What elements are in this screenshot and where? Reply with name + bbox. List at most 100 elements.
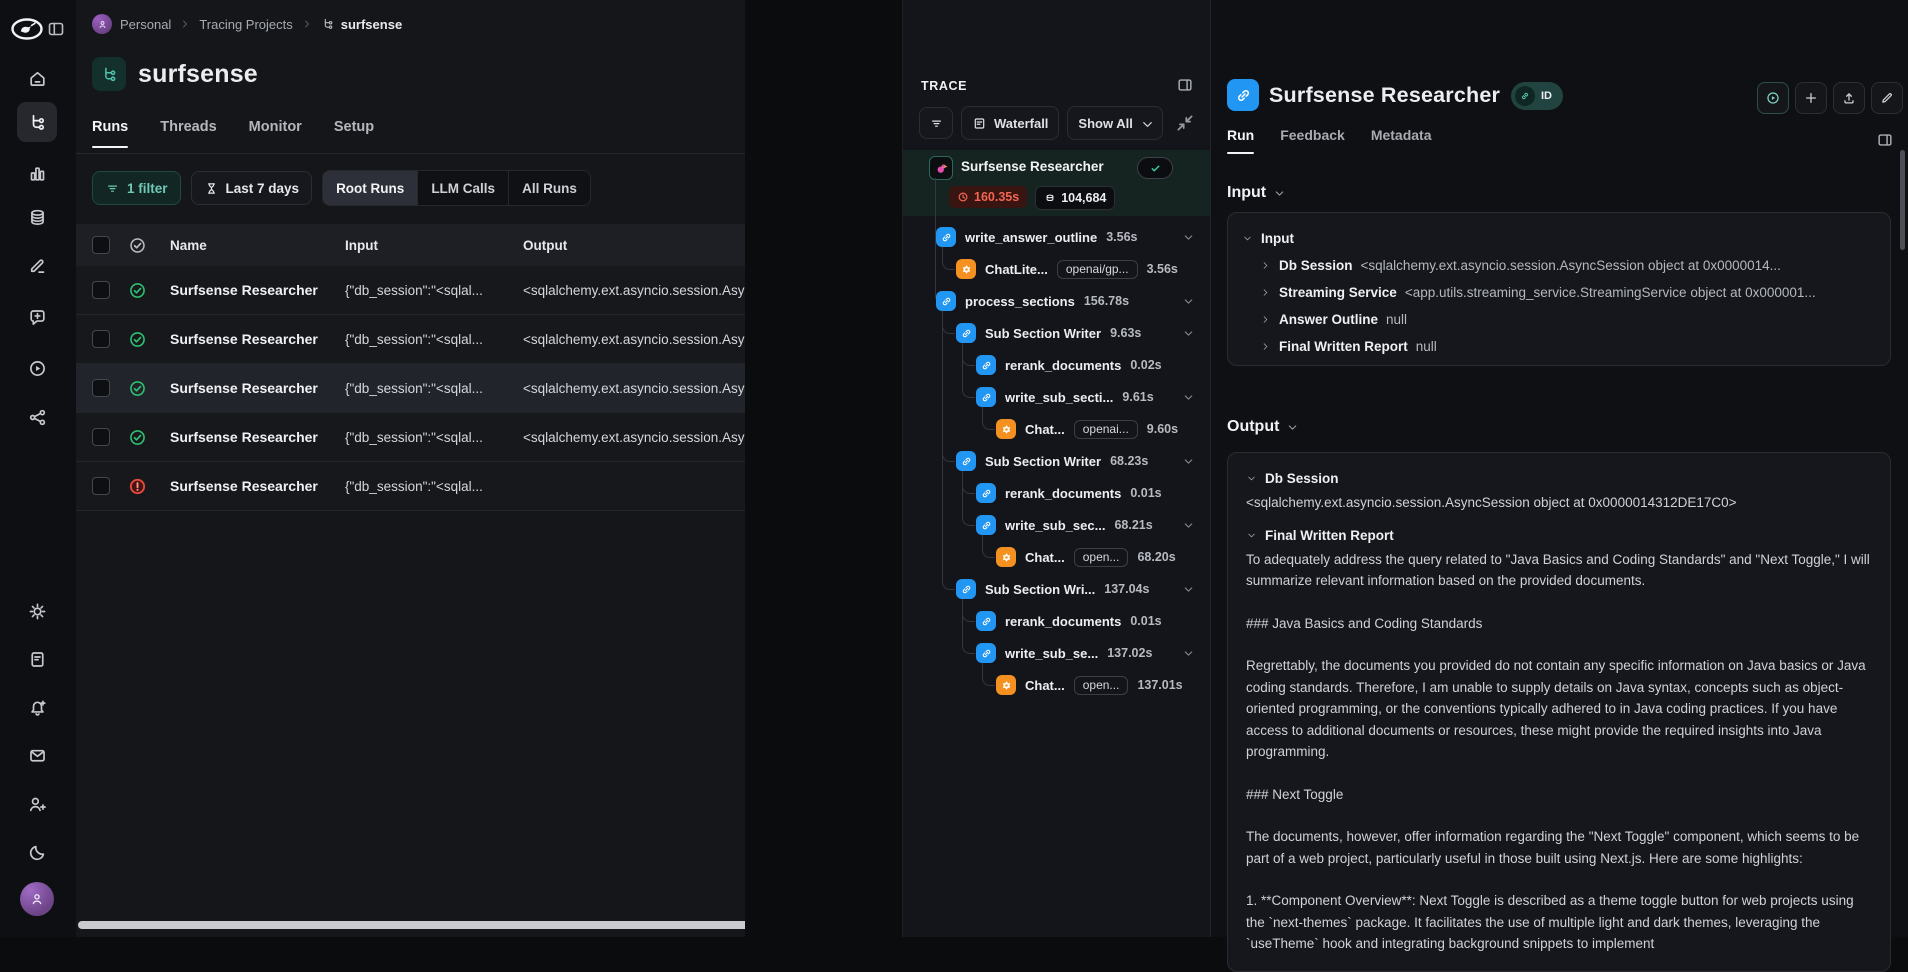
row-checkbox[interactable] <box>92 428 110 446</box>
tab-threads[interactable]: Threads <box>160 119 216 148</box>
chevron-down-icon[interactable] <box>1182 519 1195 532</box>
play-circle-icon <box>27 358 48 379</box>
trace-node-sub-section-writer[interactable]: Sub Section Writer9.63s <box>903 317 1211 349</box>
sidebar-item-notifications[interactable] <box>17 688 57 728</box>
sidebar-item-docs[interactable] <box>17 639 57 679</box>
horizontal-scrollbar[interactable] <box>78 921 819 929</box>
trace-root-node[interactable]: Surfsense Researcher 160.35s 104,684 <box>903 150 1211 216</box>
trace-node-write-sub-secti-[interactable]: write_sub_secti...9.61s <box>903 381 1211 413</box>
trace-node-sub-section-writer[interactable]: Sub Section Writer68.23s <box>903 445 1211 477</box>
sidebar-collapse-icon[interactable] <box>46 19 66 39</box>
detail-tab-feedback[interactable]: Feedback <box>1280 127 1345 154</box>
input-row-streaming-service[interactable]: Streaming Service<app.utils.streaming_se… <box>1242 279 1876 306</box>
row-checkbox[interactable] <box>92 281 110 299</box>
column-header-name[interactable]: Name <box>170 238 345 253</box>
chevron-down-icon[interactable] <box>1182 327 1195 340</box>
sidebar-item-contact[interactable] <box>17 735 57 775</box>
sidebar-item-prompts[interactable] <box>17 297 57 337</box>
trace-node-write-answer-outline[interactable]: write_answer_outline3.56s <box>903 221 1211 253</box>
trace-node-chat-[interactable]: Chat...open...137.01s <box>903 669 1211 701</box>
sidebar-item-theme-toggle[interactable] <box>17 832 57 872</box>
breadcrumb-section[interactable]: Tracing Projects <box>199 17 292 32</box>
waterfall-view-button[interactable]: Waterfall <box>961 106 1059 140</box>
sidebar-item-deployments[interactable] <box>17 397 57 437</box>
sidebar-item-annotation-queues[interactable] <box>17 245 57 285</box>
input-row-db-session[interactable]: Db Session<sqlalchemy.ext.asyncio.sessio… <box>1242 252 1876 279</box>
trace-node-write-sub-sec-[interactable]: write_sub_sec...68.21s <box>903 509 1211 541</box>
input-section-header[interactable]: Input <box>1227 184 1286 202</box>
chevron-down-icon[interactable] <box>1182 647 1195 660</box>
run-id-pill[interactable]: ID <box>1511 82 1563 110</box>
show-all-dropdown[interactable]: Show All <box>1067 106 1162 140</box>
row-checkbox[interactable] <box>92 379 110 397</box>
table-row[interactable]: Surfsense Researcher{"db_session":"<sqla… <box>76 266 745 315</box>
filter-lines-icon <box>105 181 120 196</box>
input-row-final-written-report[interactable]: Final Written Reportnull <box>1242 333 1876 360</box>
chevron-down-icon[interactable] <box>1182 231 1195 244</box>
org-avatar[interactable] <box>92 14 112 34</box>
split-panel-icon[interactable] <box>1876 131 1894 149</box>
output-report-key[interactable]: Final Written Report <box>1246 528 1872 543</box>
playground-button[interactable] <box>1757 82 1789 114</box>
chevron-down-icon[interactable] <box>1182 295 1195 308</box>
input-row-answer-outline[interactable]: Answer Outlinenull <box>1242 306 1876 333</box>
profile-avatar[interactable] <box>20 882 54 916</box>
tab-setup[interactable]: Setup <box>334 119 374 148</box>
table-row[interactable]: Surfsense Researcher{"db_session":"<sqla… <box>76 462 745 511</box>
sidebar-item-dashboards[interactable] <box>17 153 57 193</box>
input-row-input[interactable]: Input <box>1242 225 1876 252</box>
detail-tab-metadata[interactable]: Metadata <box>1371 127 1432 154</box>
collapse-all-icon[interactable] <box>1174 112 1196 134</box>
chevron-right-icon <box>1260 287 1271 298</box>
trace-node-write-sub-se-[interactable]: write_sub_se...137.02s <box>903 637 1211 669</box>
tab-monitor[interactable]: Monitor <box>249 119 302 148</box>
trace-filter-button[interactable] <box>919 107 953 139</box>
trace-node-sub-section-wri-[interactable]: Sub Section Wri...137.04s <box>903 573 1211 605</box>
detail-tab-run[interactable]: Run <box>1227 127 1254 154</box>
segment-llm-calls[interactable]: LLM Calls <box>418 171 509 205</box>
trace-node-chatlite-[interactable]: ChatLite...openai/gp...3.56s <box>903 253 1211 285</box>
vertical-scrollbar[interactable] <box>1900 150 1905 250</box>
share-button[interactable] <box>1833 82 1865 114</box>
run-input-cell: {"db_session":"<sqlal... <box>345 381 523 396</box>
output-db-session-key[interactable]: Db Session <box>1246 471 1872 486</box>
trace-node-rerank-documents[interactable]: rerank_documents0.02s <box>903 349 1211 381</box>
panel-right-icon[interactable] <box>1176 76 1194 94</box>
column-header-output[interactable]: Output <box>523 238 745 253</box>
status-column-icon[interactable] <box>128 236 147 255</box>
node-label: write_answer_outline <box>965 230 1097 245</box>
breadcrumb-org[interactable]: Personal <box>120 17 171 32</box>
table-row[interactable]: Surfsense Researcher{"db_session":"<sqla… <box>76 315 745 364</box>
select-all-checkbox[interactable] <box>92 236 110 254</box>
sidebar-item-playground[interactable] <box>17 348 57 388</box>
column-header-input[interactable]: Input <box>345 238 523 253</box>
annotate-button[interactable] <box>1871 82 1903 114</box>
chevron-down-icon[interactable] <box>1182 583 1195 596</box>
node-label: process_sections <box>965 294 1075 309</box>
sidebar-item-invite-user[interactable] <box>17 784 57 824</box>
tab-runs[interactable]: Runs <box>92 119 128 148</box>
trace-node-chat-[interactable]: Chat...openai...9.60s <box>903 413 1211 445</box>
chevron-down-icon[interactable] <box>1182 391 1195 404</box>
add-button[interactable] <box>1795 82 1827 114</box>
sidebar-item-home[interactable] <box>17 58 57 98</box>
final-report-text: To adequately address the query related … <box>1246 549 1872 955</box>
trace-node-rerank-documents[interactable]: rerank_documents0.01s <box>903 605 1211 637</box>
table-row[interactable]: Surfsense Researcher{"db_session":"<sqla… <box>76 364 745 413</box>
sidebar-item-datasets[interactable] <box>17 197 57 237</box>
date-range-button[interactable]: Last 7 days <box>191 171 313 205</box>
table-row[interactable]: Surfsense Researcher{"db_session":"<sqla… <box>76 413 745 462</box>
trace-node-rerank-documents[interactable]: rerank_documents0.01s <box>903 477 1211 509</box>
trace-node-process-sections[interactable]: process_sections156.78s <box>903 285 1211 317</box>
chevron-down-icon[interactable] <box>1182 455 1195 468</box>
chain-icon <box>956 579 976 599</box>
segment-root-runs[interactable]: Root Runs <box>323 171 418 205</box>
trace-node-chat-[interactable]: Chat...open...68.20s <box>903 541 1211 573</box>
sidebar-item-tracing-projects[interactable] <box>17 102 57 142</box>
segment-all-runs[interactable]: All Runs <box>509 171 590 205</box>
filter-count-button[interactable]: 1 filter <box>92 171 181 205</box>
row-checkbox[interactable] <box>92 330 110 348</box>
sidebar-item-settings[interactable] <box>17 591 57 631</box>
row-checkbox[interactable] <box>92 477 110 495</box>
output-section-header[interactable]: Output <box>1227 418 1299 436</box>
